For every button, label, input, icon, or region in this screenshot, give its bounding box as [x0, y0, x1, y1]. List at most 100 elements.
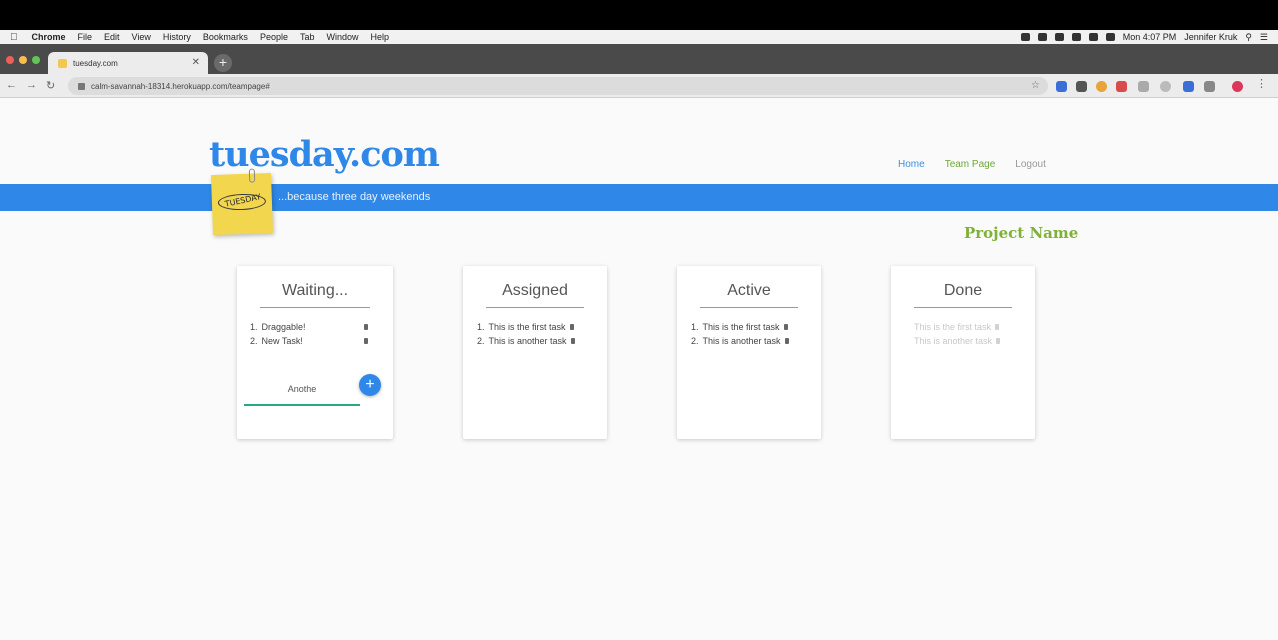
nav-logout-link[interactable]: Logout — [1015, 159, 1046, 170]
favicon-icon — [58, 58, 67, 68]
tagline-banner: ...because three day weekends — [0, 184, 1278, 211]
column-title: Active — [727, 282, 771, 299]
extension-icon[interactable] — [1116, 81, 1127, 92]
battery-icon[interactable] — [1105, 33, 1115, 41]
task-text: This is the first task — [488, 322, 566, 332]
browser-tab[interactable]: tuesday.com ✕ — [48, 52, 208, 74]
trash-icon[interactable] — [783, 324, 788, 330]
trash-icon[interactable] — [364, 324, 368, 330]
column-divider — [914, 307, 1012, 308]
column-assigned: Assigned 1. This is the first task 2. Th… — [463, 266, 607, 439]
task-text: This is another task — [702, 336, 781, 346]
nav-home-link[interactable]: Home — [898, 159, 925, 170]
search-icon[interactable]: ⚲ — [1245, 32, 1252, 43]
list-icon[interactable]: ☰ — [1260, 32, 1268, 43]
filter-icon[interactable] — [1204, 81, 1215, 92]
plus-icon: + — [365, 376, 375, 393]
avatar[interactable] — [1232, 81, 1243, 92]
menubar-user[interactable]: Jennifer Kruk — [1184, 32, 1237, 42]
column-divider — [486, 307, 584, 308]
status-icon[interactable] — [1054, 33, 1064, 41]
menu-window[interactable]: Window — [320, 32, 364, 42]
menubar-clock[interactable]: Mon 4:07 PM — [1123, 32, 1177, 42]
status-icon[interactable] — [1020, 33, 1030, 41]
menu-app-name[interactable]: Chrome — [26, 32, 72, 42]
column-title: Waiting... — [281, 282, 349, 299]
status-icon[interactable] — [1037, 33, 1047, 41]
menu-help[interactable]: Help — [365, 32, 396, 42]
forward-icon[interactable]: → — [26, 79, 37, 91]
web-page: tuesday.com Home Team Page Logout ...bec… — [0, 98, 1278, 640]
tab-title: tuesday.com — [73, 58, 118, 68]
task-text: This is the first task — [702, 322, 780, 332]
back-icon[interactable]: ← — [6, 79, 17, 91]
column-waiting: Waiting... 1. Draggable! 2. New Task! + — [237, 266, 393, 439]
column-active: Active 1. This is the first task 2. This… — [677, 266, 821, 439]
column-done: Done This is the first task This is anot… — [891, 266, 1035, 439]
task-text: Draggable! — [261, 322, 306, 332]
trash-icon[interactable] — [570, 338, 575, 344]
trash-icon[interactable] — [995, 324, 1000, 330]
column-divider — [700, 307, 798, 308]
menu-edit[interactable]: Edit — [98, 32, 126, 42]
airplay-icon[interactable] — [1088, 33, 1098, 41]
more-menu-icon[interactable]: ⋮ — [1256, 77, 1267, 90]
extension-icon[interactable] — [1096, 81, 1107, 92]
task-number: 1. — [477, 322, 485, 332]
trash-icon[interactable] — [784, 338, 789, 344]
list-item[interactable]: 1. This is the first task — [477, 322, 574, 332]
new-tab-button[interactable]: + — [214, 54, 232, 72]
status-area: Mon 4:07 PM Jennifer Kruk ⚲ ☰ — [1020, 30, 1268, 44]
tagline: ...because three day weekends — [278, 191, 431, 203]
wifi-icon[interactable] — [1071, 33, 1081, 41]
sticky-note-logo: TUESDAY — [210, 168, 274, 236]
extension-icon[interactable] — [1056, 81, 1067, 92]
extension-icon[interactable] — [1138, 81, 1149, 92]
list-item[interactable]: 2. This is another task — [691, 336, 789, 346]
minimize-window-button[interactable] — [19, 56, 27, 64]
menu-view[interactable]: View — [126, 32, 157, 42]
column-divider — [260, 307, 370, 308]
add-task-button[interactable]: + — [359, 374, 381, 396]
site-logo[interactable]: tuesday.com — [209, 134, 440, 175]
url-text: calm-savannah-18314.herokuapp.com/teampa… — [91, 81, 270, 91]
list-item[interactable]: This is the first task — [914, 322, 1000, 332]
paperclip-icon — [248, 168, 256, 183]
reload-icon[interactable]: ↻ — [46, 79, 55, 92]
menu-tab[interactable]: Tab — [294, 32, 321, 42]
apple-icon[interactable]:  — [0, 32, 26, 43]
site-nav: Home Team Page Logout — [898, 159, 1046, 170]
extension-icon[interactable] — [1160, 81, 1171, 92]
maximize-window-button[interactable] — [32, 56, 40, 64]
menu-people[interactable]: People — [254, 32, 294, 42]
new-task-input[interactable] — [244, 374, 360, 406]
task-number: 2. — [477, 336, 485, 346]
task-number: 2. — [691, 336, 699, 346]
list-item[interactable]: 1. Draggable! — [250, 322, 368, 332]
menu-history[interactable]: History — [157, 32, 197, 42]
list-item[interactable]: 2. This is another task — [477, 336, 575, 346]
trash-icon[interactable] — [364, 338, 368, 344]
browser-toolbar: ← → ↻ calm-savannah-18314.herokuapp.com/… — [0, 74, 1278, 98]
close-icon[interactable]: ✕ — [192, 57, 200, 68]
nav-team-page-link[interactable]: Team Page — [945, 159, 996, 170]
list-item[interactable]: This is another task — [914, 336, 1001, 346]
task-number: 1. — [250, 322, 258, 332]
trash-icon[interactable] — [569, 324, 574, 330]
close-window-button[interactable] — [6, 56, 14, 64]
column-title: Done — [943, 282, 983, 299]
task-text: This is the first task — [914, 322, 992, 332]
screen:  Chrome File Edit View History Bookmark… — [0, 0, 1278, 640]
mac-menubar:  Chrome File Edit View History Bookmark… — [0, 30, 1278, 44]
star-icon[interactable]: ☆ — [1031, 80, 1040, 91]
extension-icon[interactable] — [1183, 81, 1194, 92]
address-bar[interactable]: calm-savannah-18314.herokuapp.com/teampa… — [68, 77, 1048, 95]
trash-icon[interactable] — [996, 338, 1001, 344]
task-text: This is another task — [488, 336, 567, 346]
list-item[interactable]: 2. New Task! — [250, 336, 368, 346]
extension-icon[interactable] — [1076, 81, 1087, 92]
menu-bookmarks[interactable]: Bookmarks — [197, 32, 254, 42]
list-item[interactable]: 1. This is the first task — [691, 322, 788, 332]
menu-file[interactable]: File — [72, 32, 99, 42]
tab-strip: tuesday.com ✕ + — [0, 44, 1278, 74]
